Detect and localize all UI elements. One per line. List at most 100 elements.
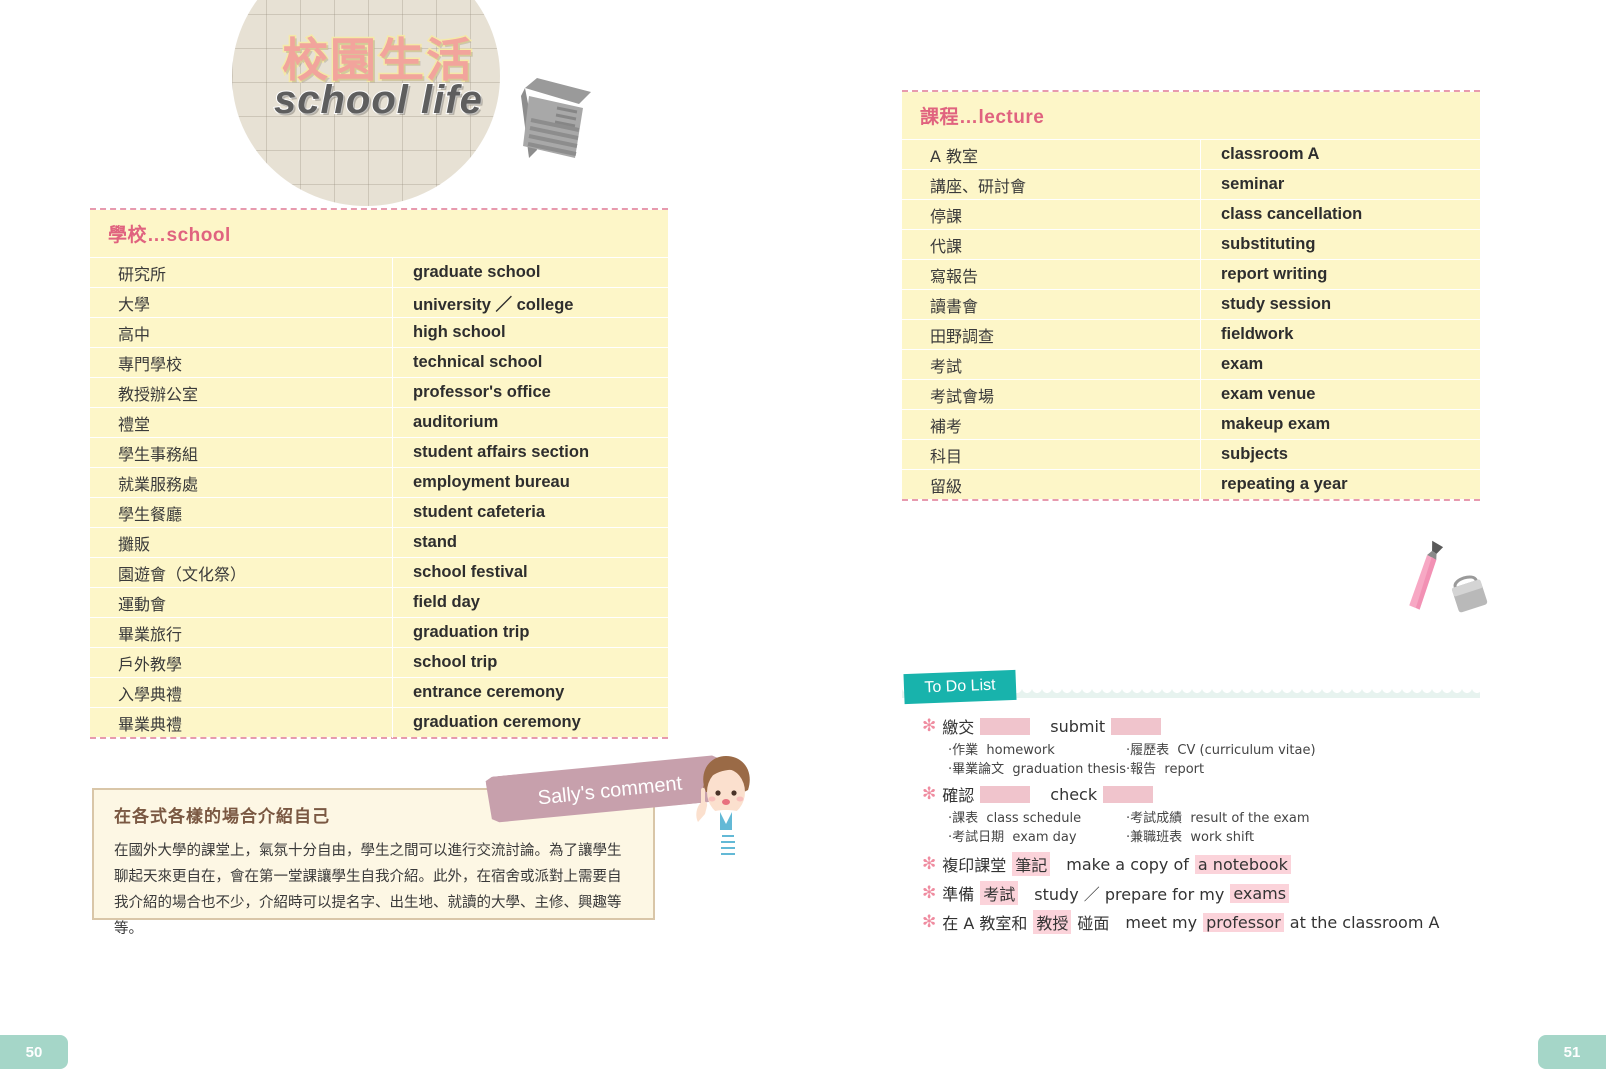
highlight-term-english: exams — [1230, 883, 1290, 903]
sallys-comment-block: Sally's comment 在各式各樣的場合介紹自己 在國外大學的課堂上，氣… — [92, 760, 750, 937]
term-english: stand — [392, 527, 668, 558]
table-row: 補考 makeup exam — [902, 409, 1480, 440]
term-english: employment bureau — [392, 467, 668, 498]
todo-item: ✻ 繳交 submit — [922, 714, 1460, 738]
term-chinese: 研究所 — [118, 264, 167, 284]
term-chinese: 考試 — [930, 356, 963, 376]
table-row: 停課 class cancellation — [902, 199, 1480, 230]
highlight-term-chinese: 筆記 — [1012, 852, 1051, 876]
table-row: 學生餐廳 student cafeteria — [90, 497, 668, 528]
asterisk-icon: ✻ — [922, 784, 937, 804]
term-english: student affairs section — [392, 437, 668, 468]
subitem-chinese: 履歷表 — [1130, 743, 1170, 758]
page-number-left: 50 — [0, 1035, 68, 1069]
vocab-table-lecture: 課程…lecture A 教室 classroom A 講座、研討會 seminar… — [902, 90, 1480, 501]
blank-fill-box — [1103, 785, 1154, 803]
term-chinese: 代課 — [930, 236, 963, 256]
term-chinese: 讀書會 — [930, 296, 979, 316]
subitem-chinese: 畢業論文 — [952, 762, 1005, 777]
table-row: 畢業典禮 graduation ceremony — [90, 707, 668, 738]
todo-item: ✻ 在 A 教室和 教授 碰面 meet my professor at the… — [922, 910, 1460, 934]
table-rows: 研究所 graduate school 大學 university ／ colleg… — [90, 257, 668, 738]
term-english: report writing — [1200, 259, 1480, 290]
table-row: 研究所 graduate school — [90, 257, 668, 288]
todo-item-english: meet my — [1125, 912, 1198, 932]
todo-subitem: ·作業 homework — [948, 743, 1055, 758]
table-rows: A 教室 classroom A 講座、研討會 seminar 停課 class ca… — [902, 139, 1480, 500]
todo-subitem: ·履歷表 CV (curriculum vitae) — [1126, 743, 1316, 758]
term-chinese: 寫報告 — [930, 266, 979, 286]
todo-subitems-row: ·考試日期 exam day ·兼職班表 work shift — [948, 828, 1460, 847]
subitem-chinese: 報告 — [1130, 762, 1157, 777]
term-english: class cancellation — [1200, 199, 1480, 230]
table-row: 高中 high school — [90, 317, 668, 348]
asterisk-icon: ✻ — [922, 883, 937, 903]
todo-list-content: ✻ 繳交 submit ·作業 homework ·履歷表 CV (curric… — [902, 688, 1480, 934]
term-english: technical school — [392, 347, 668, 378]
todo-item: ✻ 準備 考試 study ／ prepare for my exams — [922, 881, 1460, 905]
term-chinese: 田野調查 — [930, 326, 995, 346]
subitem-english: report — [1164, 762, 1205, 777]
book-spread-page: 校園生活 school life 學校…school 研究所 graduate … — [0, 0, 1606, 1087]
table-body: 學校…school 研究所 graduate school 大學 universit… — [90, 210, 668, 738]
subitem-english: CV (curriculum vitae) — [1177, 743, 1316, 758]
subitem-chinese: 課表 — [952, 811, 979, 826]
term-chinese: 大學 — [118, 294, 151, 314]
term-english: graduate school — [392, 257, 668, 288]
subitem-english: graduation thesis — [1012, 762, 1126, 777]
term-english: graduation trip — [392, 617, 668, 648]
todo-subitems-row: ·作業 homework ·履歷表 CV (curriculum vitae) — [948, 741, 1460, 760]
subitem-chinese: 考試成績 — [1130, 811, 1183, 826]
term-english: professor's office — [392, 377, 668, 408]
subitem-english: exam day — [1012, 830, 1077, 845]
term-english: school trip — [392, 647, 668, 678]
term-english: seminar — [1200, 169, 1480, 200]
table-row: 入學典禮 entrance ceremony — [90, 677, 668, 708]
subitem-chinese: 考試日期 — [952, 830, 1005, 845]
table-row: A 教室 classroom A — [902, 139, 1480, 170]
todo-subitem: ·畢業論文 graduation thesis — [948, 762, 1126, 777]
term-english: exam venue — [1200, 379, 1480, 410]
table-row: 留級 repeating a year — [902, 469, 1480, 500]
term-english: student cafeteria — [392, 497, 668, 528]
eraser-icon — [1451, 575, 1488, 613]
table-row: 禮堂 auditorium — [90, 407, 668, 438]
todo-list-tab-label: To Do List — [924, 676, 996, 697]
term-chinese: 禮堂 — [118, 414, 151, 434]
subitem-english: homework — [986, 743, 1055, 758]
term-chinese: 畢業典禮 — [118, 714, 183, 734]
todo-subitem: ·課表 class schedule — [948, 811, 1082, 826]
todo-item-chinese: 複印課堂 — [942, 856, 1007, 875]
term-english: graduation ceremony — [392, 707, 668, 738]
todo-item-english: submit — [1050, 716, 1106, 736]
term-english: high school — [392, 317, 668, 348]
todo-subitems-row: ·畢業論文 graduation thesis ·報告 report — [948, 760, 1460, 779]
todo-item-english: check — [1050, 784, 1098, 804]
term-english: makeup exam — [1200, 409, 1480, 440]
term-chinese: 入學典禮 — [118, 684, 183, 704]
term-chinese: 留級 — [930, 476, 963, 496]
todo-item-chinese: 繳交 — [942, 718, 975, 737]
table-row: 科目 subjects — [902, 439, 1480, 470]
sally-avatar-illustration — [692, 752, 762, 867]
table-body: 課程…lecture A 教室 classroom A 講座、研討會 seminar… — [902, 92, 1480, 500]
term-chinese: 教授辦公室 — [118, 384, 199, 404]
todo-item: ✻ 複印課堂 筆記 make a copy of a notebook — [922, 852, 1460, 876]
todo-item-english: study ／ prepare for my — [1034, 885, 1225, 904]
todo-subitem: ·考試日期 exam day — [948, 830, 1077, 845]
term-chinese: 高中 — [118, 324, 151, 344]
asterisk-icon: ✻ — [922, 912, 937, 932]
table-row: 攤販 stand — [90, 527, 668, 558]
highlight-term-english: a notebook — [1194, 854, 1291, 874]
table-row: 讀書會 study session — [902, 289, 1480, 320]
table-row: 專門學校 technical school — [90, 347, 668, 378]
term-english: study session — [1200, 289, 1480, 320]
term-chinese: 停課 — [930, 206, 963, 226]
highlight-term-english: professor — [1203, 912, 1284, 932]
blank-fill-box — [980, 717, 1031, 735]
table-row: 大學 university ／ college — [90, 287, 668, 318]
subitem-english: result of the exam — [1190, 811, 1310, 826]
table-row: 考試會場 exam venue — [902, 379, 1480, 410]
term-chinese: 就業服務處 — [118, 474, 199, 494]
blank-fill-box — [980, 785, 1031, 803]
